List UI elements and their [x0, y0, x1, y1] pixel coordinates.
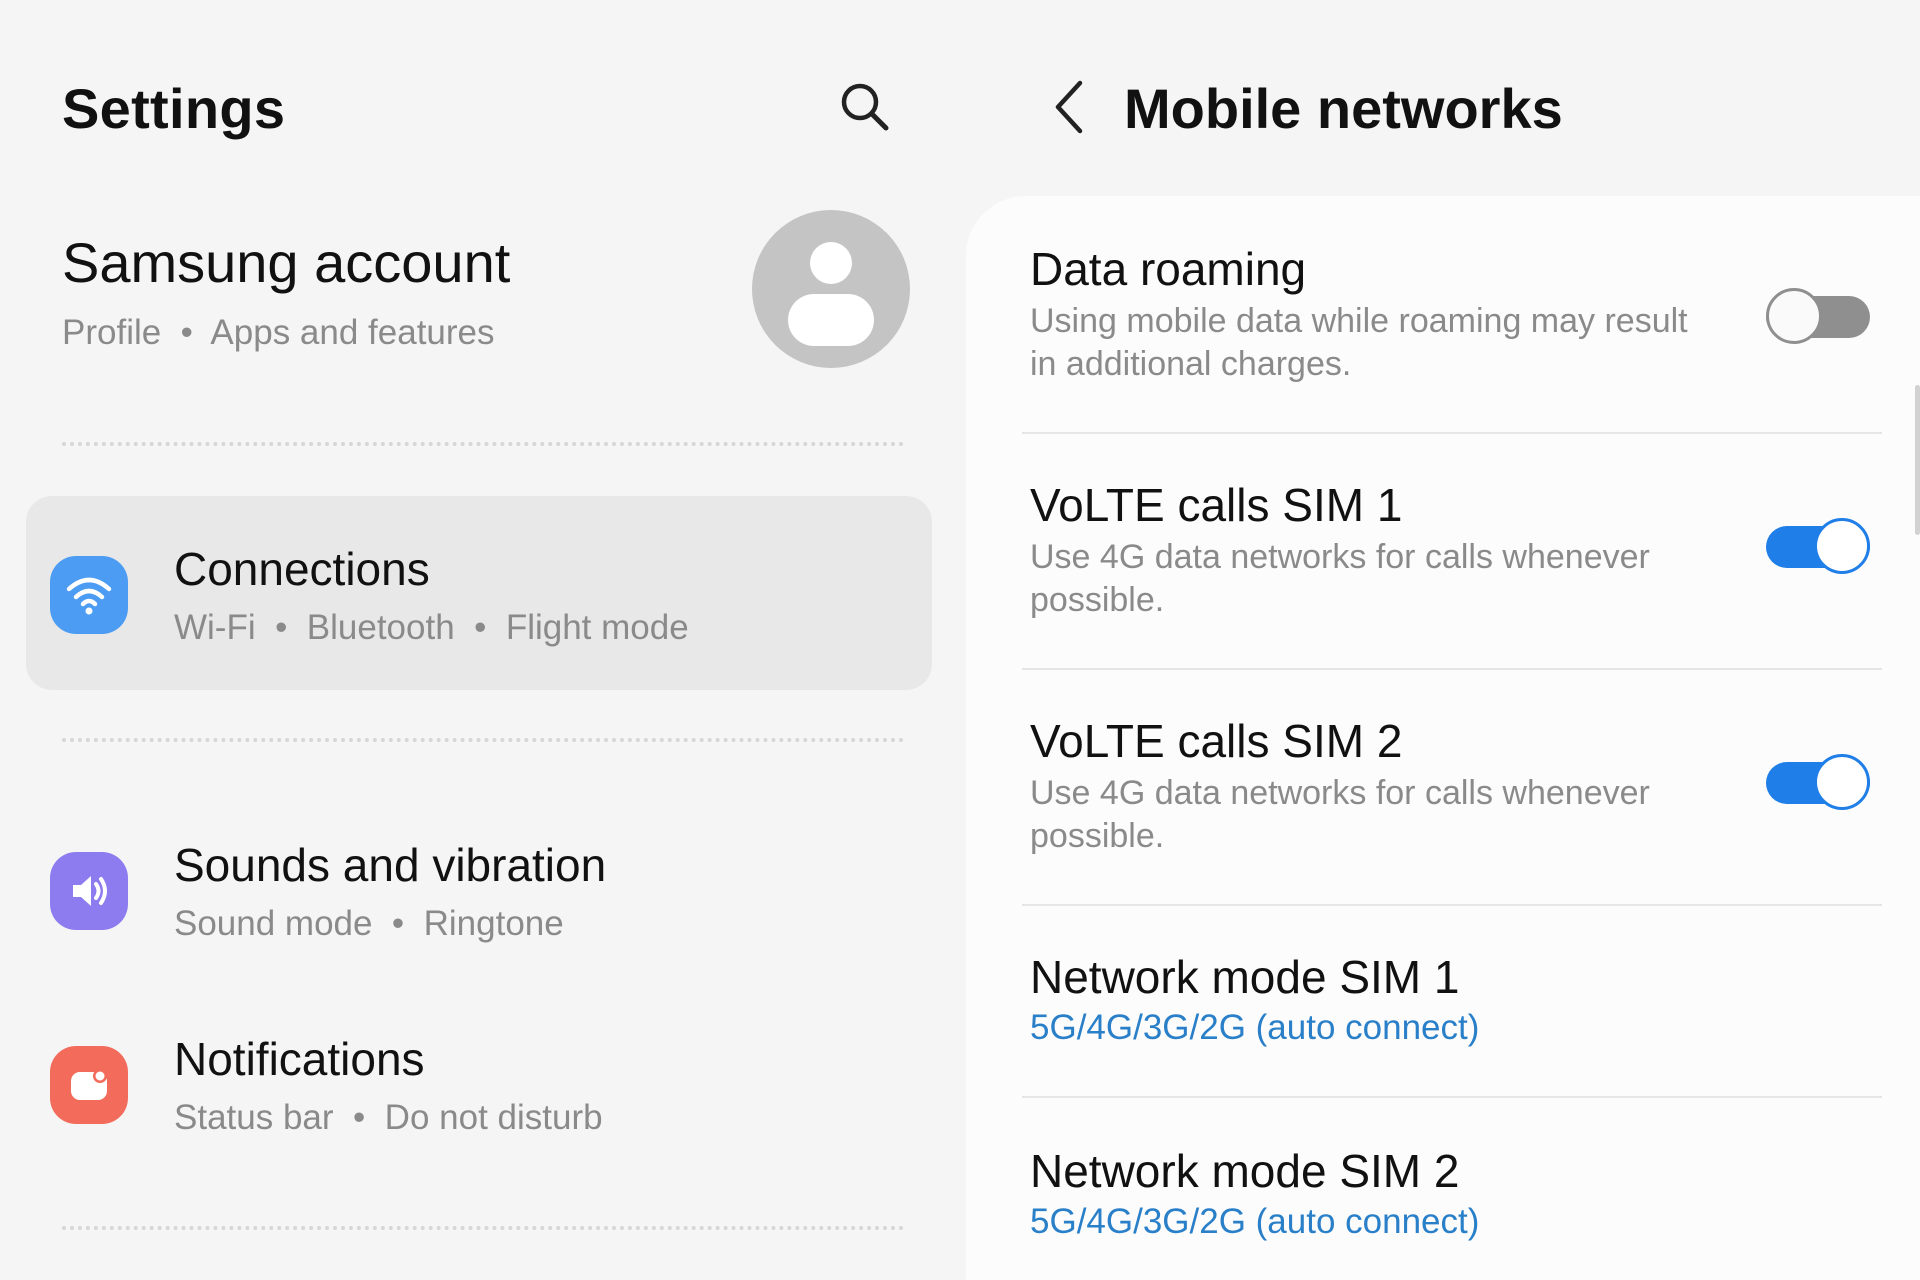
row-title: VoLTE calls SIM 1 — [1030, 479, 1403, 531]
divider — [1022, 432, 1882, 434]
menu-item-title: Notifications — [174, 1033, 425, 1085]
notification-icon — [50, 1046, 128, 1124]
row-volte-sim1[interactable]: VoLTE calls SIM 1 Use 4G data networks f… — [1030, 478, 1890, 658]
page-title: Settings — [62, 77, 286, 140]
samsung-account[interactable]: Samsung account Profile • Apps and featu… — [62, 200, 912, 390]
account-name: Samsung account — [62, 231, 511, 294]
toggle-knob — [1814, 754, 1870, 810]
account-subtitle: Profile • Apps and features — [62, 313, 495, 352]
row-data-roaming[interactable]: Data roaming Using mobile data while roa… — [1030, 242, 1890, 422]
row-description: Use 4G data networks for calls whenever … — [1030, 538, 1650, 619]
toggle-knob — [1814, 518, 1870, 574]
row-title: Network mode SIM 1 — [1030, 951, 1460, 1003]
back-button[interactable] — [1040, 72, 1100, 142]
avatar[interactable] — [752, 210, 910, 368]
row-title: Data roaming — [1030, 243, 1307, 295]
row-network-mode-sim2[interactable]: Network mode SIM 2 5G/4G/3G/2G (auto con… — [1030, 1144, 1890, 1280]
row-title: Network mode SIM 2 — [1030, 1145, 1460, 1197]
menu-item-title: Sounds and vibration — [174, 839, 607, 891]
search-button[interactable] — [830, 72, 900, 142]
settings-card: Data roaming Using mobile data while roa… — [966, 196, 1920, 1280]
volte-sim1-toggle[interactable] — [1766, 518, 1870, 574]
person-icon-body — [788, 294, 874, 346]
menu-item-connections[interactable]: Connections Wi-Fi • Bluetooth • Flight m… — [26, 496, 932, 690]
scrollbar[interactable] — [1915, 385, 1920, 535]
divider — [1022, 904, 1882, 906]
mobile-networks-pane: Mobile networks Data roaming Using mobil… — [960, 0, 1920, 1280]
row-value: 5G/4G/3G/2G (auto connect) — [1030, 1008, 1480, 1047]
menu-item-subtitle: Wi-Fi • Bluetooth • Flight mode — [174, 608, 689, 647]
row-network-mode-sim1[interactable]: Network mode SIM 1 5G/4G/3G/2G (auto con… — [1030, 950, 1890, 1090]
menu-item-sounds[interactable]: Sounds and vibration Sound mode • Ringto… — [26, 792, 932, 986]
volte-sim2-toggle[interactable] — [1766, 754, 1870, 810]
divider — [62, 442, 904, 446]
settings-pane: Settings Samsung account Profile • Apps … — [0, 0, 960, 1280]
row-description: Using mobile data while roaming may resu… — [1030, 302, 1688, 383]
row-value: 5G/4G/3G/2G (auto connect) — [1030, 1202, 1480, 1241]
search-icon — [841, 83, 889, 131]
wifi-icon — [50, 556, 128, 634]
menu-item-subtitle: Sound mode • Ringtone — [174, 904, 564, 943]
back-arrow-icon — [1055, 80, 1083, 134]
divider — [1022, 668, 1882, 670]
toggle-knob — [1766, 288, 1822, 344]
row-description: Use 4G data networks for calls whenever … — [1030, 774, 1650, 855]
menu-item-title: Connections — [174, 543, 430, 595]
row-title: VoLTE calls SIM 2 — [1030, 715, 1403, 767]
settings-header: Settings — [62, 72, 900, 152]
person-icon — [810, 242, 852, 284]
data-roaming-toggle[interactable] — [1766, 288, 1870, 344]
row-volte-sim2[interactable]: VoLTE calls SIM 2 Use 4G data networks f… — [1030, 714, 1890, 894]
menu-item-notifications[interactable]: Notifications Status bar • Do not distur… — [26, 986, 932, 1180]
screen: Settings Samsung account Profile • Apps … — [0, 0, 1920, 1280]
divider — [62, 1226, 904, 1230]
page-title: Mobile networks — [1124, 77, 1563, 140]
divider — [1022, 1096, 1882, 1098]
divider — [62, 738, 904, 742]
menu-item-subtitle: Status bar • Do not disturb — [174, 1098, 603, 1137]
speaker-icon — [50, 852, 128, 930]
